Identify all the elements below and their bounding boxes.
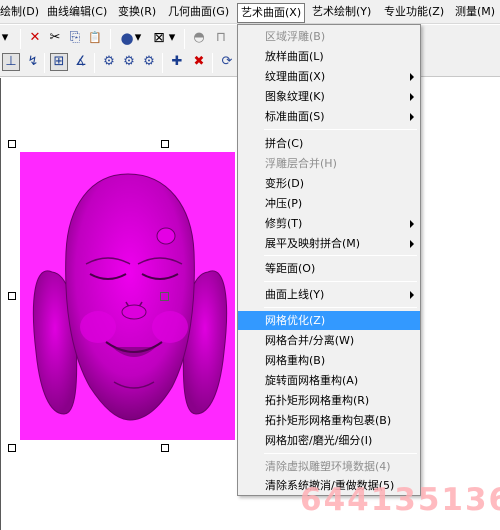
menu-curve-edit[interactable]: 曲线编辑(C) [47, 4, 107, 22]
submenu-arrow-icon [410, 93, 414, 101]
selection-handle-bottom-left[interactable] [8, 444, 16, 452]
menu-item-merge[interactable]: 拼合(C) [238, 134, 420, 153]
add-point-icon[interactable]: ✚ [168, 53, 186, 71]
menu-item-topo-rect-mesh-rebuild[interactable]: 拓扑矩形网格重构(R) [238, 391, 420, 410]
menu-draw[interactable]: 绘制(D) [0, 4, 39, 22]
menu-item-mesh-merge-split[interactable]: 网格合并/分离(W) [238, 331, 420, 350]
menu-item-revolve-mesh-rebuild[interactable]: 旋转面网格重构(A) [238, 371, 420, 390]
cylinder-icon[interactable]: ⊓ [212, 29, 230, 47]
menu-item-label: 展平及映射拼合(M) [265, 237, 361, 250]
remove-point-icon[interactable]: ✖ [190, 53, 208, 71]
menu-separator [264, 281, 417, 282]
selection-handle-top-left[interactable] [8, 140, 16, 148]
view-top-icon[interactable]: ⚙ [140, 53, 158, 71]
menu-separator [264, 129, 417, 130]
selection-handle-top-center[interactable] [161, 140, 169, 148]
axis-icon[interactable]: ⊥ [2, 53, 20, 71]
view-side-icon[interactable]: ⚙ [120, 53, 138, 71]
menu-item-label: 修剪(T) [265, 217, 303, 230]
menu-measure[interactable]: 测量(M) [455, 4, 495, 22]
grid-snap-icon[interactable]: ⊞ [50, 53, 68, 71]
submenu-arrow-icon [410, 240, 414, 248]
curve-snap-icon[interactable]: ↯ [24, 53, 42, 71]
menu-separator [264, 453, 417, 454]
dropdown-arrow-icon[interactable]: ▾ [166, 29, 178, 47]
submenu-arrow-icon [410, 291, 414, 299]
menu-item-mesh-rebuild[interactable]: 网格重构(B) [238, 351, 420, 370]
menu-item-label: 曲面上线(Y) [265, 288, 325, 301]
menu-separator [264, 307, 417, 308]
rotate-view-icon[interactable]: ⟳ [218, 53, 236, 71]
art-surface-dropdown: 区域浮雕(B) 放样曲面(L) 纹理曲面(X) 图象纹理(K) 标准曲面(S) … [237, 24, 421, 496]
menu-item-deform[interactable]: 变形(D) [238, 174, 420, 193]
menu-separator [264, 255, 417, 256]
menu-item-offset-surface[interactable]: 等距面(O) [238, 259, 420, 278]
menu-item-layer-merge[interactable]: 浮雕层合并(H) [238, 154, 420, 173]
watermark-text: 644135136 [300, 482, 500, 518]
menu-item-image-texture[interactable]: 图象纹理(K) [238, 87, 420, 106]
menu-item-label: 纹理曲面(X) [265, 70, 326, 83]
selection-handle-bottom-center[interactable] [161, 444, 169, 452]
dropdown-arrow-icon[interactable]: ▾ [132, 29, 144, 47]
buddha-relief[interactable] [20, 152, 235, 440]
menu-geometric-surface[interactable]: 几何曲面(G) [168, 4, 229, 22]
submenu-arrow-icon [410, 220, 414, 228]
paste-icon[interactable]: 📋 [86, 29, 104, 47]
menu-item-stamp[interactable]: 冲压(P) [238, 194, 420, 213]
menu-item-flatten-map-merge[interactable]: 展平及映射拼合(M) [238, 234, 420, 253]
submenu-arrow-icon [410, 113, 414, 121]
dome-icon[interactable]: ◓ [190, 29, 208, 47]
menu-item-loft-surface[interactable]: 放样曲面(L) [238, 47, 420, 66]
menu-art-drawing[interactable]: 艺术绘制(Y) [312, 4, 371, 22]
copy-icon[interactable]: ⎘ [66, 29, 84, 47]
selection-handle-middle-left[interactable] [8, 292, 16, 300]
menu-item-label: 图象纹理(K) [265, 90, 325, 103]
menu-art-surface[interactable]: 艺术曲面(X) [237, 3, 306, 23]
center-marker[interactable] [160, 292, 169, 301]
dropdown-arrow-icon[interactable]: ▾ [0, 29, 14, 47]
menu-item-clear-sculpt-env[interactable]: 清除虚拟雕塑环境数据(4) [238, 457, 420, 476]
menu-item-mesh-optimize[interactable]: 网格优化(Z) [238, 311, 420, 330]
menu-item-standard-surface[interactable]: 标准曲面(S) [238, 107, 420, 126]
view-front-icon[interactable]: ⚙ [100, 53, 118, 71]
cut-icon[interactable]: ✂ [46, 29, 64, 47]
delete-icon[interactable]: ✕ [26, 29, 44, 47]
menubar: 绘制(D) 曲线编辑(C) 变换(R) 几何曲面(G) 艺术曲面(X) 艺术绘制… [0, 0, 500, 24]
menu-item-label: 标准曲面(S) [265, 110, 325, 123]
menu-item-curve-on-surface[interactable]: 曲面上线(Y) [238, 285, 420, 304]
menu-item-trim[interactable]: 修剪(T) [238, 214, 420, 233]
menu-transform[interactable]: 变换(R) [118, 4, 156, 22]
menu-item-topo-rect-mesh-wrap[interactable]: 拓扑矩形网格重构包裹(B) [238, 411, 420, 430]
menu-professional[interactable]: 专业功能(Z) [384, 4, 444, 22]
menu-item-mesh-refine-smooth[interactable]: 网格加密/磨光/细分(I) [238, 431, 420, 450]
angle-snap-icon[interactable]: ∡ [72, 53, 90, 71]
canvas-left-border [0, 78, 1, 530]
submenu-arrow-icon [410, 73, 414, 81]
menu-item-texture-surface[interactable]: 纹理曲面(X) [238, 67, 420, 86]
menu-item-region-relief[interactable]: 区域浮雕(B) [238, 27, 420, 46]
